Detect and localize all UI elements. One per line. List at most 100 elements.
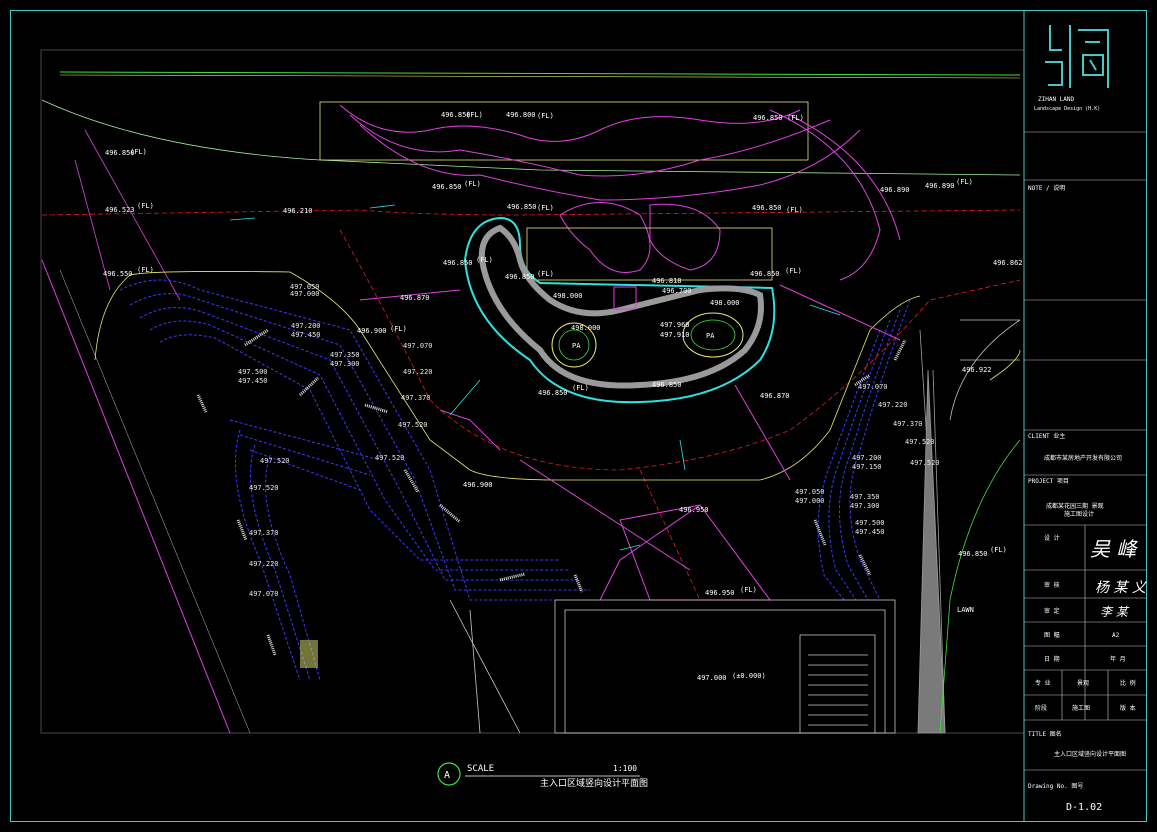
lawn-note: LAWN xyxy=(957,606,974,614)
wall-level: 497.000 xyxy=(795,497,825,505)
spot-elevation: 496.523 xyxy=(105,206,135,214)
spot-elevation: 496.922 xyxy=(962,366,992,374)
title-label: TITLE 图名 xyxy=(1028,730,1062,738)
viewport-border xyxy=(40,49,1025,734)
spot-elevation: 496.850 xyxy=(652,381,682,389)
fl-note: (FL) xyxy=(464,180,481,188)
project-value: 成都某花园三期 景观 xyxy=(1046,502,1104,510)
fl-note: (FL) xyxy=(537,270,554,278)
scale-row-label: 比 例 xyxy=(1120,679,1136,687)
spot-elevation: 496.850 xyxy=(538,389,568,397)
spot-elevation: 496.862 xyxy=(993,259,1023,267)
fl-note: (FL) xyxy=(956,178,973,186)
wall-level: 497.500 xyxy=(855,519,885,527)
spot-elevation: 497.000 xyxy=(697,674,727,682)
revision-label: 版 本 xyxy=(1120,704,1136,712)
top-of-wall: 497.220 xyxy=(403,368,433,376)
water-level: 497.200 xyxy=(291,322,321,330)
spot-elevation: 496.818 xyxy=(652,277,682,285)
title-value: 主入口区域竖向设计平面图 xyxy=(1054,750,1126,758)
project-value-2: 施工图设计 xyxy=(1064,510,1094,518)
client-label: CLIENT 业主 xyxy=(1028,432,1065,440)
water-level: 497.500 xyxy=(238,368,268,376)
date-value: 年 月 xyxy=(1110,655,1126,663)
wall-level: 497.300 xyxy=(850,502,880,510)
spot-elevation: 496.850 xyxy=(958,550,988,558)
drawing-no-label: Drawing No. 图号 xyxy=(1028,783,1083,790)
site-boundary-lines xyxy=(41,99,1021,734)
project-label: PROJECT 项目 xyxy=(1028,478,1069,485)
water-level: 497.450 xyxy=(291,331,321,339)
fl-note: (FL) xyxy=(537,112,554,120)
scale-value: 1:100 xyxy=(613,764,637,773)
drawing-caption: A SCALE 1:100 主入口区域竖向设计平面图 xyxy=(437,762,648,789)
water-level: 497.300 xyxy=(330,360,360,368)
top-of-wall: 497.370 xyxy=(893,420,923,428)
spot-elevation: 496.850 xyxy=(443,259,473,267)
spot-elevation: 498.000 xyxy=(710,299,740,307)
sign-label: 审 核 xyxy=(1044,581,1060,589)
title-block: ZIHAN LAND Landscape Design (H.K) NOTE /… xyxy=(1023,10,1147,822)
upper-contours xyxy=(319,101,901,281)
water-feature-island xyxy=(463,216,776,404)
stage-label: 阶段 xyxy=(1035,704,1047,712)
spot-elevation: 496.800 xyxy=(506,111,536,119)
signature: 杨 某 义 xyxy=(1095,580,1147,596)
top-of-wall: 497.220 xyxy=(249,560,279,568)
company-logo xyxy=(1045,25,1109,88)
sign-label: 设 计 xyxy=(1044,534,1060,542)
building-level: (±0.000) xyxy=(732,672,766,680)
top-of-wall: 497.520 xyxy=(375,454,405,462)
left-terrace-edges xyxy=(94,271,921,481)
spot-elevation: 496.850 xyxy=(505,273,535,281)
spot-elevation: 496.900 xyxy=(463,481,493,489)
wall-level: 497.200 xyxy=(852,454,882,462)
section-mark: A xyxy=(444,770,450,781)
top-of-wall: 497.070 xyxy=(403,342,433,350)
top-of-wall: 497.520 xyxy=(260,457,290,465)
wall-level: 497.150 xyxy=(852,463,882,471)
sheet-size-label: 图 幅 xyxy=(1044,631,1060,639)
spot-elevation: 496.850 xyxy=(432,183,462,191)
top-of-wall: 497.520 xyxy=(398,421,428,429)
company-name: ZIHAN LAND xyxy=(1038,96,1075,103)
fl-note: (FL) xyxy=(785,267,802,275)
client-value: 成都市某房地产开发有限公司 xyxy=(1044,454,1122,462)
spot-elevation: 496.950 xyxy=(705,589,735,597)
building-outline xyxy=(449,599,896,734)
top-of-wall: 497.370 xyxy=(249,529,279,537)
water-level: 497.450 xyxy=(238,377,268,385)
fl-note: (FL) xyxy=(390,325,407,333)
pa-note: PA xyxy=(572,342,581,350)
spot-elevation: 496.850 xyxy=(750,270,780,278)
spot-elevation: 496.550 xyxy=(103,270,133,278)
fl-note: (FL) xyxy=(572,384,589,392)
spot-elevation: 496.850 xyxy=(752,204,782,212)
fl-note: (FL) xyxy=(137,202,154,210)
pa-note: PA xyxy=(706,332,715,340)
sign-label: 审 定 xyxy=(1044,607,1060,615)
discipline-label: 专 业 xyxy=(1035,679,1051,687)
spot-elevation: 496.890 xyxy=(880,186,910,194)
top-of-wall: 497.520 xyxy=(910,459,940,467)
fl-note: (FL) xyxy=(137,266,154,274)
wall-level: 497.450 xyxy=(855,528,885,536)
wall-level: 497.050 xyxy=(795,488,825,496)
fl-note: (FL) xyxy=(990,546,1007,554)
spot-elevation: 496.210 xyxy=(283,207,313,215)
spot-elevation: 498.000 xyxy=(571,324,601,332)
elevation-labels: 496.850 496.850 496.800 496.850 496.850 … xyxy=(103,111,1023,682)
spot-elevation: 497.910 xyxy=(660,331,690,339)
plan-title: 主入口区域竖向设计平面图 xyxy=(540,777,648,789)
spot-elevation: 496.700 xyxy=(662,287,692,295)
notes-label: NOTE / 说明 xyxy=(1028,184,1065,192)
top-of-wall: 497.070 xyxy=(249,590,279,598)
spot-elevation: 497.960 xyxy=(660,321,690,329)
fl-note: (FL) xyxy=(476,256,493,264)
spot-elevation: 496.900 xyxy=(357,327,387,335)
spot-elevation: 498.000 xyxy=(553,292,583,300)
signature: 吴 峰 xyxy=(1090,537,1138,561)
signature: 李 某 xyxy=(1100,605,1130,619)
spot-elevation: 496.850 xyxy=(507,203,537,211)
company-subtitle: Landscape Design (H.K) xyxy=(1034,106,1100,112)
